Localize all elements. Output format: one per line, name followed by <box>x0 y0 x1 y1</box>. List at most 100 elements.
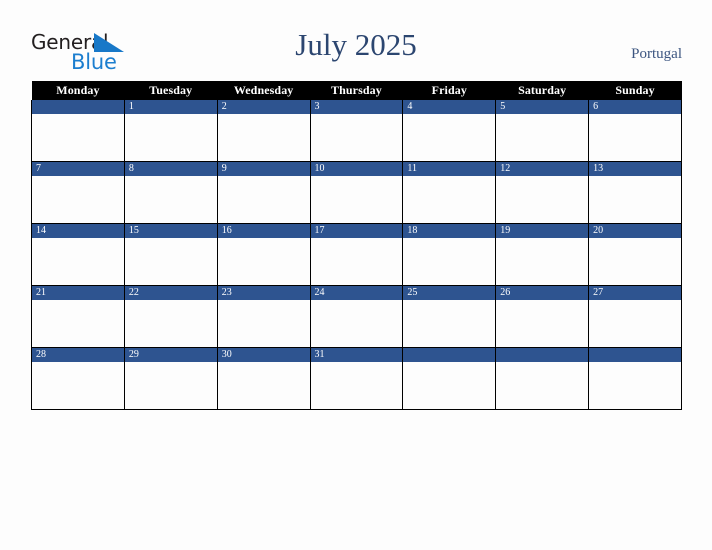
day-cell[interactable]: 5 <box>495 100 590 162</box>
day-cell-body[interactable] <box>32 238 124 284</box>
day-cell-body[interactable] <box>589 362 681 408</box>
calendar-week-row: 1 2 3 4 5 6 <box>31 100 682 162</box>
day-cell-body[interactable] <box>403 300 496 346</box>
day-number: 23 <box>217 286 310 300</box>
day-cell-body[interactable] <box>310 176 403 222</box>
day-number: 8 <box>124 162 217 176</box>
day-cell[interactable]: 9 <box>216 161 311 224</box>
day-cell[interactable]: 21 <box>31 285 125 348</box>
day-number: 27 <box>589 286 681 300</box>
day-cell[interactable]: 2 <box>216 100 311 162</box>
day-cell-body[interactable] <box>217 300 310 346</box>
day-cell-body[interactable] <box>32 114 124 160</box>
day-cell-body[interactable] <box>124 238 217 284</box>
day-number: 6 <box>589 100 681 114</box>
day-cell[interactable] <box>402 347 497 410</box>
day-cell[interactable]: 31 <box>309 347 404 410</box>
day-number <box>403 348 496 362</box>
country-label: Portugal <box>631 46 682 62</box>
day-cell[interactable]: 3 <box>309 100 404 162</box>
day-number: 7 <box>32 162 124 176</box>
day-cell-body[interactable] <box>217 362 310 408</box>
day-cell-body[interactable] <box>589 176 681 222</box>
day-cell-body[interactable] <box>32 300 124 346</box>
day-cell[interactable]: 28 <box>31 347 125 410</box>
day-cell[interactable]: 1 <box>123 100 218 162</box>
day-cell[interactable]: 15 <box>123 223 218 286</box>
day-cell-body[interactable] <box>310 300 403 346</box>
day-cell-body[interactable] <box>496 300 589 346</box>
day-number: 18 <box>403 224 496 238</box>
weekday-header-friday: Friday <box>402 81 496 100</box>
day-cell-body[interactable] <box>124 362 217 408</box>
day-number <box>32 100 124 114</box>
day-cell-body[interactable] <box>124 114 217 160</box>
day-cell-body[interactable] <box>124 300 217 346</box>
day-cell-body[interactable] <box>589 114 681 160</box>
day-cell-body[interactable] <box>217 238 310 284</box>
day-cell-body[interactable] <box>217 176 310 222</box>
day-cell[interactable]: 29 <box>123 347 218 410</box>
day-cell-body[interactable] <box>496 238 589 284</box>
day-cell[interactable]: 25 <box>402 285 497 348</box>
day-cell[interactable] <box>31 100 125 162</box>
day-number: 25 <box>403 286 496 300</box>
day-cell[interactable]: 23 <box>216 285 311 348</box>
day-cell-body[interactable] <box>403 114 496 160</box>
day-cell-body[interactable] <box>124 176 217 222</box>
day-cell-body[interactable] <box>496 114 589 160</box>
day-number: 16 <box>217 224 310 238</box>
day-cell[interactable] <box>588 347 682 410</box>
day-cell-body[interactable] <box>496 362 589 408</box>
day-number: 15 <box>124 224 217 238</box>
day-cell[interactable]: 26 <box>495 285 590 348</box>
day-number: 29 <box>124 348 217 362</box>
day-cell[interactable]: 10 <box>309 161 404 224</box>
day-cell[interactable]: 8 <box>123 161 218 224</box>
day-cell-body[interactable] <box>403 362 496 408</box>
day-cell[interactable]: 20 <box>588 223 682 286</box>
day-cell[interactable]: 19 <box>495 223 590 286</box>
day-cell[interactable]: 16 <box>216 223 311 286</box>
day-cell[interactable]: 17 <box>309 223 404 286</box>
day-cell[interactable]: 30 <box>216 347 311 410</box>
day-number: 5 <box>496 100 589 114</box>
weekday-header-wednesday: Wednesday <box>217 81 311 100</box>
day-cell-body[interactable] <box>589 238 681 284</box>
day-number: 30 <box>217 348 310 362</box>
day-number: 19 <box>496 224 589 238</box>
day-number: 9 <box>217 162 310 176</box>
weekday-header-thursday: Thursday <box>310 81 403 100</box>
day-cell-body[interactable] <box>32 362 124 408</box>
day-cell-body[interactable] <box>310 114 403 160</box>
day-cell[interactable]: 7 <box>31 161 125 224</box>
calendar-weeks: 1 2 3 4 5 6 7 8 9 10 11 12 13 14 15 16 1… <box>31 100 682 410</box>
day-cell[interactable]: 22 <box>123 285 218 348</box>
day-cell-body[interactable] <box>32 176 124 222</box>
day-cell[interactable]: 27 <box>588 285 682 348</box>
day-cell[interactable]: 13 <box>588 161 682 224</box>
day-cell-body[interactable] <box>589 300 681 346</box>
day-cell-body[interactable] <box>403 176 496 222</box>
day-number: 20 <box>589 224 681 238</box>
day-cell-body[interactable] <box>310 362 403 408</box>
day-cell[interactable]: 14 <box>31 223 125 286</box>
day-number: 21 <box>32 286 124 300</box>
calendar-week-row: 7 8 9 10 11 12 13 <box>31 161 682 224</box>
day-number: 4 <box>403 100 496 114</box>
day-number: 12 <box>496 162 589 176</box>
day-cell[interactable]: 6 <box>588 100 682 162</box>
day-number: 22 <box>124 286 217 300</box>
day-cell[interactable]: 12 <box>495 161 590 224</box>
day-cell[interactable]: 4 <box>402 100 497 162</box>
day-cell-body[interactable] <box>403 238 496 284</box>
day-cell[interactable]: 24 <box>309 285 404 348</box>
day-cell[interactable]: 11 <box>402 161 497 224</box>
day-number: 10 <box>310 162 403 176</box>
day-cell-body[interactable] <box>310 238 403 284</box>
weekday-header-row: Monday Tuesday Wednesday Thursday Friday… <box>31 81 682 100</box>
day-cell-body[interactable] <box>217 114 310 160</box>
day-cell-body[interactable] <box>496 176 589 222</box>
day-cell[interactable]: 18 <box>402 223 497 286</box>
day-cell[interactable] <box>495 347 590 410</box>
